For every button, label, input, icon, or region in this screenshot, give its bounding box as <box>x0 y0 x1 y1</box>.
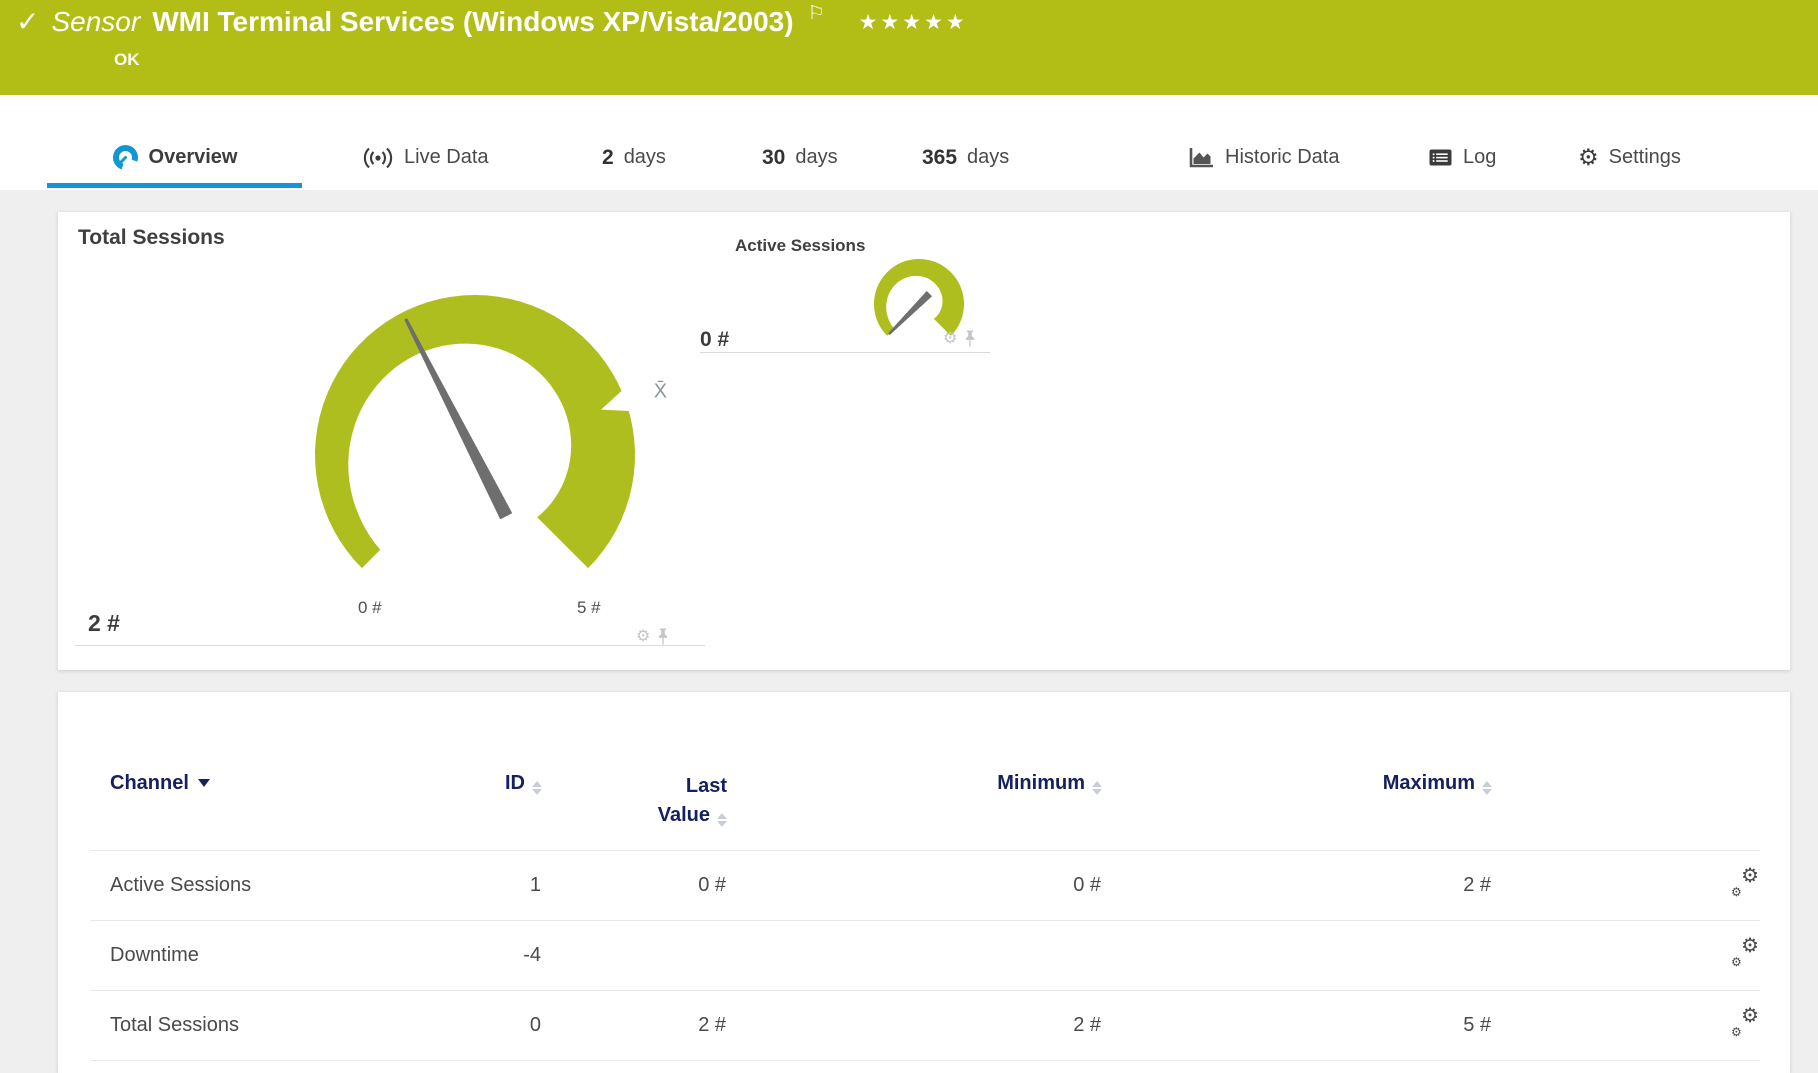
channel-settings-icon[interactable]: ⚙⚙ <box>1731 940 1759 966</box>
tab-label: days <box>967 146 1009 169</box>
table-header-row: Channel ID Last Value Minimum Maximum <box>90 692 1760 851</box>
gauge-tile-controls: ⚙ <box>636 628 669 645</box>
column-header-channel[interactable]: Channel <box>90 692 430 851</box>
tab-overview[interactable]: Overview <box>47 125 302 190</box>
table-row: Total Sessions 0 2 # 2 # 5 # ⚙⚙ <box>90 991 1760 1061</box>
sort-arrows-icon <box>717 813 727 827</box>
status-badge: OK <box>114 50 140 70</box>
table-row: Downtime -4 ⚙⚙ <box>90 921 1760 991</box>
column-header-last-value[interactable]: Last Value <box>542 692 727 851</box>
tab-label: Settings <box>1609 146 1681 169</box>
column-label: Maximum <box>1383 772 1475 794</box>
object-type-label: Sensor <box>51 6 140 38</box>
gauge-max-label: 5 # <box>577 598 601 618</box>
sensor-status-header: ✓ Sensor WMI Terminal Services (Windows … <box>0 0 1818 95</box>
actions-cell: ⚙⚙ <box>1492 991 1760 1061</box>
tab-number: 365 <box>922 146 957 170</box>
channel-settings-icon[interactable]: ⚙⚙ <box>1731 870 1759 896</box>
minimum-cell: 2 # <box>727 991 1102 1061</box>
tab-2-days[interactable]: 2 days <box>602 125 666 190</box>
tab-number: 30 <box>762 146 785 170</box>
tab-label: Overview <box>149 146 238 169</box>
column-header-maximum[interactable]: Maximum <box>1102 692 1492 851</box>
gauges-panel: Total Sessions X̄ 2 # 0 # 5 # ⚙ Active S… <box>58 212 1790 670</box>
tab-label: days <box>624 146 666 169</box>
maximum-cell <box>1102 921 1492 991</box>
gauge-tile-controls: ⚙ <box>943 330 976 347</box>
actions-cell: ⚙⚙ <box>1492 921 1760 991</box>
gear-icon[interactable]: ⚙ <box>636 629 650 645</box>
tab-label: Live Data <box>404 146 489 169</box>
channel-cell: Downtime <box>90 921 430 991</box>
tab-label: Log <box>1463 146 1496 169</box>
pin-icon[interactable] <box>964 330 976 347</box>
tab-historic-data[interactable]: Historic Data <box>1188 125 1339 190</box>
tab-log[interactable]: Log <box>1428 125 1496 190</box>
maximum-cell: 5 # <box>1102 991 1492 1061</box>
tab-30-days[interactable]: 30 days <box>762 125 838 190</box>
tile-divider <box>700 352 990 353</box>
gear-icon: ⚙ <box>1578 146 1599 169</box>
column-label: ID <box>505 772 525 794</box>
sorted-desc-arrow-icon <box>198 779 210 787</box>
tab-settings[interactable]: ⚙ Settings <box>1578 125 1681 190</box>
sort-arrows-icon <box>1482 781 1492 795</box>
column-header-id[interactable]: ID <box>430 692 542 851</box>
tab-label: Historic Data <box>1225 146 1339 169</box>
sensor-title-line: ✓ Sensor WMI Terminal Services (Windows … <box>16 6 968 38</box>
sort-arrows-icon <box>532 781 542 795</box>
gauge-current-value: 0 # <box>700 328 729 352</box>
tab-bar: Overview Live Data 2 days 30 days 365 da… <box>0 95 1818 190</box>
channel-settings-icon[interactable]: ⚙⚙ <box>1731 1010 1759 1036</box>
sort-arrows-icon <box>1092 781 1102 795</box>
gauge-title-total-sessions: Total Sessions <box>78 226 225 250</box>
column-header-minimum[interactable]: Minimum <box>727 692 1102 851</box>
last-value-cell <box>542 921 727 991</box>
active-sessions-gauge <box>861 252 991 367</box>
gauge-icon <box>112 144 139 171</box>
tab-label: days <box>795 146 837 169</box>
last-value-cell: 0 # <box>542 851 727 921</box>
tab-number: 2 <box>602 146 614 170</box>
gauge-title-active-sessions: Active Sessions <box>735 236 865 256</box>
column-label: Channel <box>110 772 189 794</box>
priority-stars[interactable]: ★★★★★ <box>859 10 968 35</box>
table-row: Active Sessions 1 0 # 0 # 2 # ⚙⚙ <box>90 851 1760 921</box>
column-header-actions <box>1492 692 1760 851</box>
id-cell: -4 <box>430 921 542 991</box>
tab-365-days[interactable]: 365 days <box>922 125 1009 190</box>
status-check-icon: ✓ <box>16 8 39 36</box>
flag-icon[interactable]: ⚐ <box>808 2 825 25</box>
channel-table: Channel ID Last Value Minimum Maximum <box>90 692 1760 1061</box>
actions-cell: ⚙⚙ <box>1492 851 1760 921</box>
gauge-min-label: 0 # <box>358 598 382 618</box>
maximum-cell: 2 # <box>1102 851 1492 921</box>
average-marker-label: X̄ <box>654 380 667 403</box>
id-cell: 0 <box>430 991 542 1061</box>
page-title: WMI Terminal Services (Windows XP/Vista/… <box>152 6 793 38</box>
log-icon <box>1428 147 1453 168</box>
area-chart-icon <box>1188 146 1215 169</box>
gear-icon[interactable]: ⚙ <box>943 331 957 347</box>
tab-live-data[interactable]: Live Data <box>362 125 489 190</box>
pin-icon[interactable] <box>657 628 669 645</box>
tile-divider <box>75 645 705 646</box>
minimum-cell <box>727 921 1102 991</box>
minimum-cell: 0 # <box>727 851 1102 921</box>
broadcast-icon <box>362 146 394 170</box>
gauge-needle <box>887 292 931 336</box>
id-cell: 1 <box>430 851 542 921</box>
column-label: Minimum <box>997 772 1085 794</box>
channel-table-panel: Channel ID Last Value Minimum Maximum <box>58 692 1790 1073</box>
channel-cell: Active Sessions <box>90 851 430 921</box>
gauge-current-value: 2 # <box>88 610 120 637</box>
last-value-cell: 2 # <box>542 991 727 1061</box>
total-sessions-gauge: X̄ <box>285 285 685 620</box>
channel-cell: Total Sessions <box>90 991 430 1061</box>
